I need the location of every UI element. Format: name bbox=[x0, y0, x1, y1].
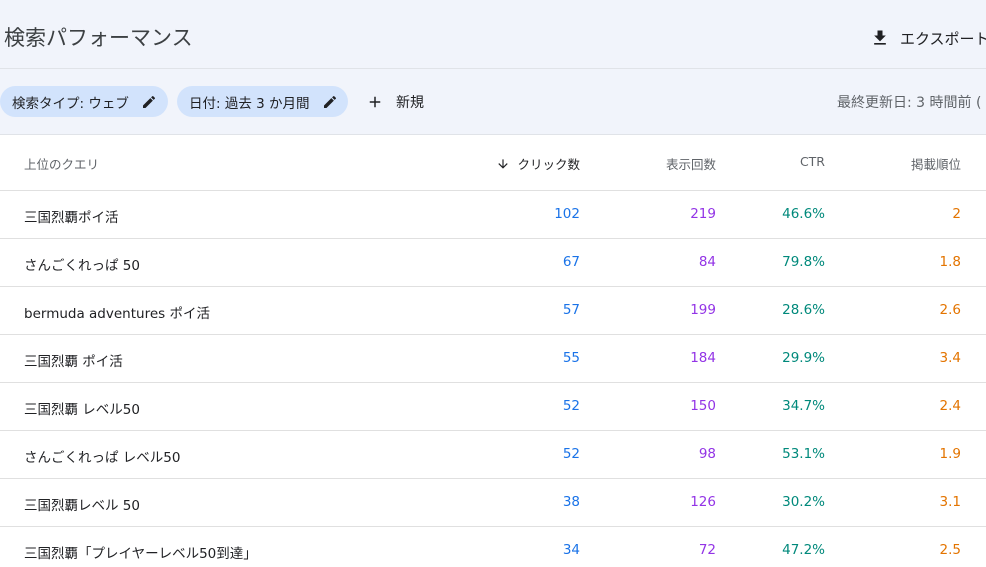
export-button[interactable]: エクスポート bbox=[870, 24, 986, 52]
table-row[interactable]: 三国烈覇レベル 50 38 126 30.2% 3.1 bbox=[0, 479, 986, 527]
page-title: 検索パフォーマンス bbox=[4, 26, 193, 50]
plus-icon bbox=[366, 93, 396, 111]
column-header-query: 上位のクエリ bbox=[24, 157, 100, 172]
column-header-clicks[interactable]: クリック数 bbox=[496, 154, 580, 173]
query-cell: 三国烈覇 ポイ活 bbox=[24, 354, 123, 370]
clicks-cell: 57 bbox=[562, 302, 580, 318]
impressions-cell: 184 bbox=[690, 350, 716, 366]
new-filter-button[interactable]: 新規 bbox=[366, 86, 424, 117]
ctr-cell: 53.1% bbox=[782, 446, 825, 462]
ctr-cell: 34.7% bbox=[782, 398, 825, 414]
last-updated-text: 最終更新日: 3 時間前 ( bbox=[837, 95, 982, 111]
table-row[interactable]: さんごくれっぱ 50 67 84 79.8% 1.8 bbox=[0, 239, 986, 287]
column-header-impressions[interactable]: 表示回数 bbox=[666, 154, 716, 173]
query-cell: さんごくれっぱ レベル50 bbox=[24, 450, 181, 466]
column-header-clicks-label: クリック数 bbox=[517, 157, 580, 172]
table-row[interactable]: 三国烈覇ポイ活 102 219 46.6% 2 bbox=[0, 191, 986, 239]
table-row[interactable]: bermuda adventures ポイ活 57 199 28.6% 2.6 bbox=[0, 287, 986, 335]
search-type-filter-chip[interactable]: 検索タイプ: ウェブ bbox=[0, 86, 168, 117]
export-label: エクスポート bbox=[900, 29, 986, 48]
clicks-cell: 38 bbox=[562, 494, 580, 510]
ctr-cell: 79.8% bbox=[782, 254, 825, 270]
table-row[interactable]: 三国烈覇 レベル50 52 150 34.7% 2.4 bbox=[0, 383, 986, 431]
ctr-cell: 47.2% bbox=[782, 542, 825, 558]
ctr-cell: 46.6% bbox=[782, 206, 825, 222]
position-cell: 3.4 bbox=[939, 350, 961, 366]
queries-table: 上位のクエリ クリック数 表示回数 CTR 掲載順位 三国烈覇ポイ活 102 2… bbox=[0, 135, 986, 567]
table-row[interactable]: さんごくれっぱ レベル50 52 98 53.1% 1.9 bbox=[0, 431, 986, 479]
clicks-cell: 55 bbox=[562, 350, 580, 366]
filter-bar: 検索タイプ: ウェブ 日付: 過去 3 か月間 新規 最終更新日: 3 時間前 … bbox=[0, 69, 986, 135]
table-row[interactable]: 三国烈覇「プレイヤーレベル50到達」 34 72 47.2% 2.5 bbox=[0, 527, 986, 567]
arrow-down-icon bbox=[496, 157, 517, 171]
ctr-cell: 30.2% bbox=[782, 494, 825, 510]
ctr-cell: 28.6% bbox=[782, 302, 825, 318]
column-header-position[interactable]: 掲載順位 bbox=[911, 154, 961, 173]
position-cell: 2.4 bbox=[939, 398, 961, 414]
position-cell: 1.8 bbox=[939, 254, 961, 270]
position-cell: 2.6 bbox=[939, 302, 961, 318]
position-cell: 2.5 bbox=[939, 542, 961, 558]
clicks-cell: 102 bbox=[554, 206, 580, 222]
column-header-ctr[interactable]: CTR bbox=[800, 154, 825, 169]
impressions-cell: 219 bbox=[690, 206, 716, 222]
date-filter-chip[interactable]: 日付: 過去 3 か月間 bbox=[177, 86, 348, 117]
clicks-cell: 67 bbox=[562, 254, 580, 270]
page-header: 検索パフォーマンス エクスポート bbox=[0, 0, 986, 69]
impressions-cell: 126 bbox=[690, 494, 716, 510]
query-cell: さんごくれっぱ 50 bbox=[24, 258, 140, 274]
clicks-cell: 52 bbox=[562, 398, 580, 414]
query-cell: 三国烈覇レベル 50 bbox=[24, 498, 140, 514]
search-type-chip-label: 検索タイプ: ウェブ bbox=[12, 95, 129, 112]
pencil-icon bbox=[129, 94, 157, 110]
download-icon bbox=[870, 28, 890, 48]
pencil-icon bbox=[310, 94, 338, 110]
impressions-cell: 199 bbox=[690, 302, 716, 318]
impressions-cell: 150 bbox=[690, 398, 716, 414]
query-cell: 三国烈覇「プレイヤーレベル50到達」 bbox=[24, 546, 257, 562]
new-filter-label: 新規 bbox=[396, 94, 424, 111]
impressions-cell: 72 bbox=[698, 542, 716, 558]
table-header: 上位のクエリ クリック数 表示回数 CTR 掲載順位 bbox=[0, 135, 986, 191]
position-cell: 3.1 bbox=[939, 494, 961, 510]
query-cell: bermuda adventures ポイ活 bbox=[24, 306, 210, 322]
position-cell: 1.9 bbox=[939, 446, 961, 462]
clicks-cell: 34 bbox=[562, 542, 580, 558]
impressions-cell: 98 bbox=[698, 446, 716, 462]
ctr-cell: 29.9% bbox=[782, 350, 825, 366]
date-chip-label: 日付: 過去 3 か月間 bbox=[189, 95, 310, 112]
search-performance-page: 検索パフォーマンス エクスポート 検索タイプ: ウェブ 日付: 過去 3 か月間… bbox=[0, 0, 986, 567]
query-cell: 三国烈覇ポイ活 bbox=[24, 210, 119, 226]
position-cell: 2 bbox=[952, 206, 961, 222]
clicks-cell: 52 bbox=[562, 446, 580, 462]
query-cell: 三国烈覇 レベル50 bbox=[24, 402, 140, 418]
table-row[interactable]: 三国烈覇 ポイ活 55 184 29.9% 3.4 bbox=[0, 335, 986, 383]
impressions-cell: 84 bbox=[698, 254, 716, 270]
